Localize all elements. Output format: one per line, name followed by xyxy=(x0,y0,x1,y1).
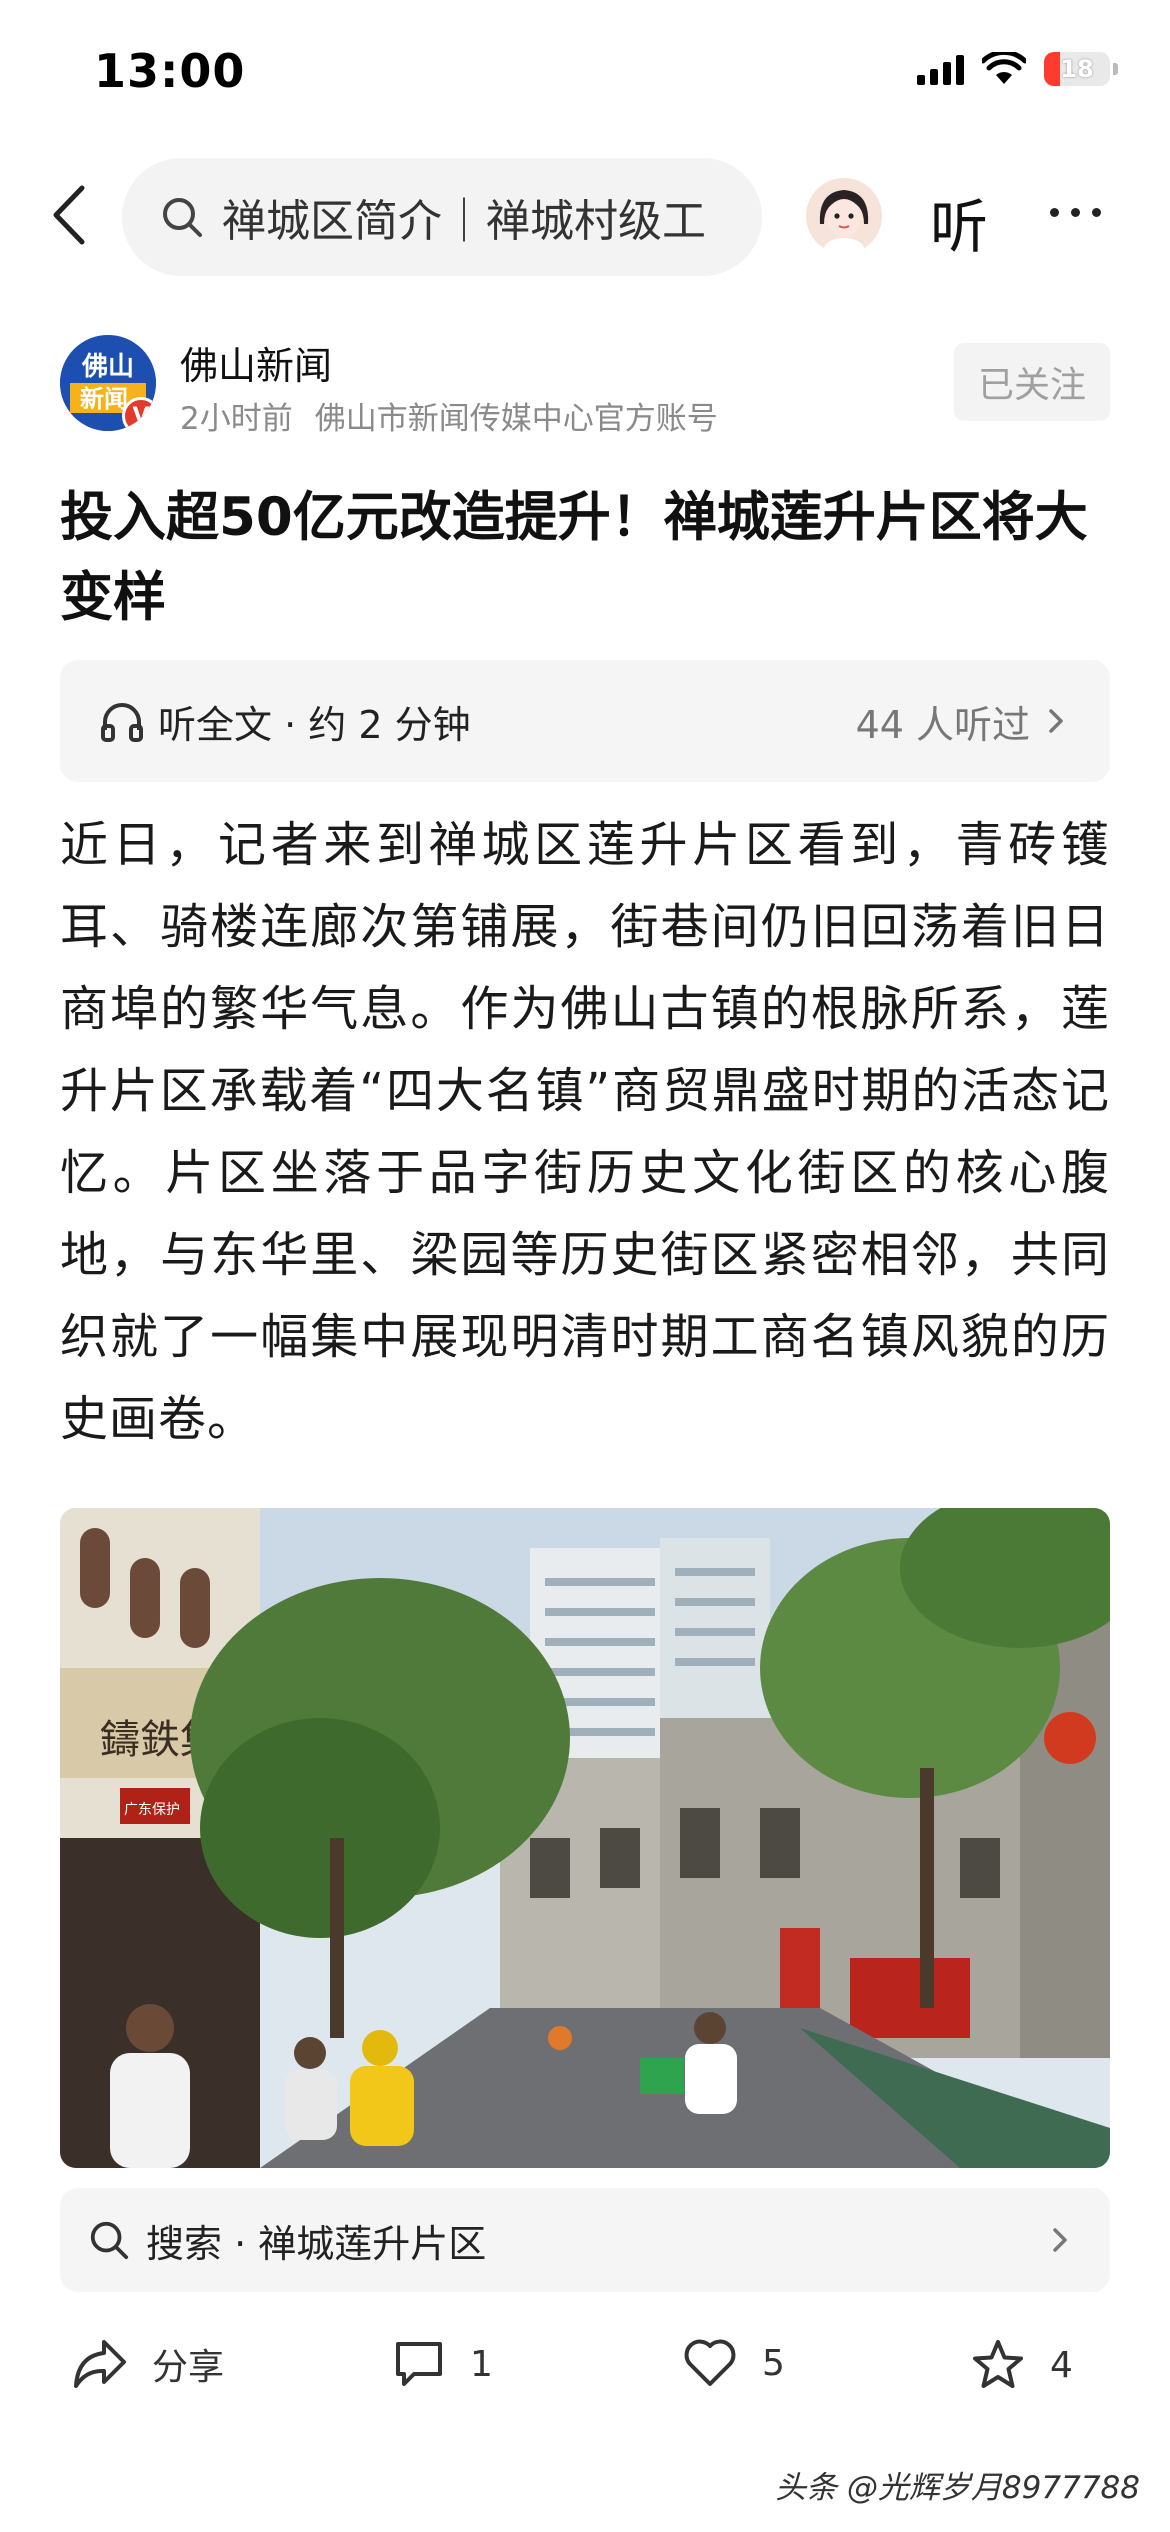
top-nav: 禅城区简介｜禅城村级工 听 xyxy=(0,150,1170,280)
author-description: 佛山市新闻传媒中心官方账号 xyxy=(314,401,718,437)
article-photo[interactable]: 鑄鉄集 广东保护 xyxy=(60,1508,1110,2168)
share-icon xyxy=(74,2340,126,2388)
battery-icon: 18 xyxy=(1044,52,1118,86)
verified-badge-icon: V xyxy=(122,397,156,431)
signal-icon xyxy=(917,53,964,85)
favorite-count: 4 xyxy=(1050,2344,1073,2386)
chevron-right-icon xyxy=(1049,709,1063,733)
share-label: 分享 xyxy=(152,2347,225,2388)
share-button[interactable]: 分享 xyxy=(72,2338,224,2390)
listen-count: 44 人听过 xyxy=(855,702,1030,747)
status-icons: 18 xyxy=(917,52,1118,86)
favorite-button[interactable]: 4 xyxy=(970,2338,1073,2392)
back-icon[interactable] xyxy=(44,180,104,250)
related-search[interactable]: 搜索 · 禅城莲升片区 xyxy=(60,2188,1110,2292)
search-query: 禅城区简介｜禅城村级工 xyxy=(222,196,706,247)
follow-button[interactable]: 已关注 xyxy=(954,343,1110,421)
author-name[interactable]: 佛山新闻 xyxy=(180,335,332,390)
like-count: 5 xyxy=(762,2342,785,2384)
author-row: 佛山 新闻 V 佛山新闻 2小时前 佛山市新闻传媒中心官方账号 已关注 xyxy=(60,335,1110,445)
status-bar: 13:00 18 xyxy=(0,0,1170,150)
battery-level: 18 xyxy=(1060,55,1094,83)
star-icon xyxy=(973,2340,1023,2388)
search-bar[interactable]: 禅城区简介｜禅城村级工 xyxy=(122,158,762,276)
watermark: 头条 @光辉岁月8977788 xyxy=(775,2470,1140,2506)
logo-text-bottom: 新闻 xyxy=(80,385,128,413)
listen-label: 听全文 · 约 2 分钟 xyxy=(158,702,471,747)
logo-text-top: 佛山 xyxy=(81,352,134,382)
avatar[interactable] xyxy=(806,178,882,254)
headphones-icon xyxy=(101,703,143,742)
related-search-label: 搜索 · 禅城莲升片区 xyxy=(146,2221,487,2266)
article-title: 投入超50亿元改造提升！禅城莲升片区将大变样 xyxy=(60,487,1088,628)
like-button[interactable]: 5 xyxy=(682,2338,785,2388)
action-bar: 分享 1 5 4 xyxy=(0,2320,1170,2420)
author-logo[interactable]: 佛山 新闻 V xyxy=(60,335,156,431)
comment-button[interactable]: 1 xyxy=(392,2338,493,2390)
listen-full-article[interactable]: 听全文 · 约 2 分钟 44 人听过 xyxy=(60,660,1110,782)
status-time: 13:00 xyxy=(94,44,246,98)
comment-count: 1 xyxy=(470,2343,493,2385)
photo-red-sign: 广东保护 xyxy=(124,1802,180,1818)
comment-icon xyxy=(396,2342,442,2386)
search-icon xyxy=(163,198,202,237)
listen-button[interactable]: 听 xyxy=(930,180,988,264)
heart-icon xyxy=(684,2339,736,2386)
post-time: 2小时前 xyxy=(180,401,293,437)
more-icon[interactable] xyxy=(1050,208,1101,217)
search-icon xyxy=(90,2221,129,2260)
author-meta: 2小时前 佛山市新闻传媒中心官方账号 xyxy=(180,393,718,438)
wifi-icon xyxy=(982,52,1026,84)
article-body: 近日，记者来到禅城区莲升片区看到，青砖镬耳、骑楼连廊次第铺展，街巷间仍旧回荡着旧… xyxy=(60,817,1110,1447)
chevron-right-icon xyxy=(1053,2228,1067,2252)
